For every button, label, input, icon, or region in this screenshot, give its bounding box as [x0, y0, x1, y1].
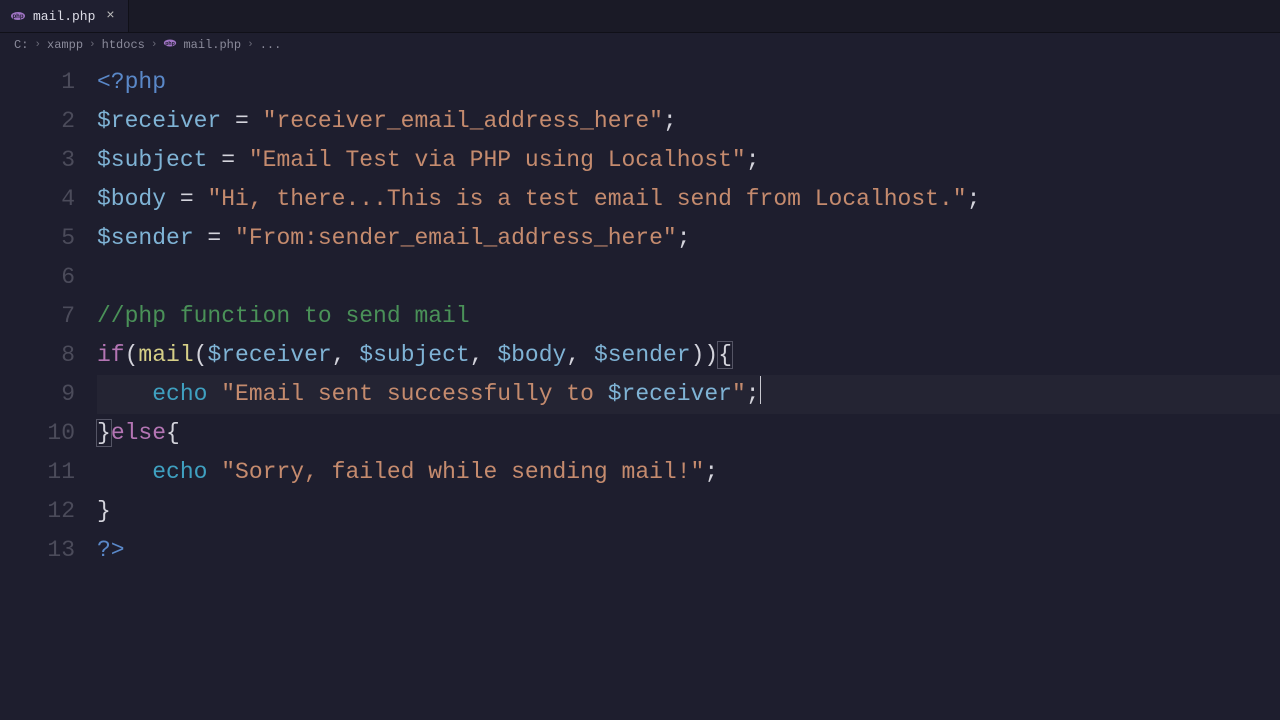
- token-var: $sender: [594, 342, 691, 368]
- code-line[interactable]: $receiver = "receiver_email_address_here…: [97, 102, 1280, 141]
- code-line[interactable]: }: [97, 492, 1280, 531]
- line-number: 1: [0, 63, 75, 102]
- svg-text:php: php: [13, 14, 24, 20]
- token-str: ": [732, 381, 746, 407]
- php-file-icon: php: [10, 8, 26, 24]
- line-number: 9: [0, 375, 75, 414]
- line-number: 12: [0, 492, 75, 531]
- code-line[interactable]: if(mail($receiver, $subject, $body, $sen…: [97, 336, 1280, 375]
- token-op: ;: [967, 186, 981, 212]
- token-func: mail: [138, 342, 193, 368]
- line-number: 3: [0, 141, 75, 180]
- code-line[interactable]: $subject = "Email Test via PHP using Loc…: [97, 141, 1280, 180]
- token-op: ,: [470, 342, 498, 368]
- code-line[interactable]: echo "Sorry, failed while sending mail!"…: [97, 453, 1280, 492]
- token-str: "Email Test via PHP using Localhost": [249, 147, 746, 173]
- token-op: ;: [746, 147, 760, 173]
- token-var: $subject: [97, 147, 207, 173]
- chevron-right-icon: ›: [247, 39, 254, 51]
- token-op: ,: [566, 342, 594, 368]
- tab-label: mail.php: [33, 9, 95, 24]
- token-var: $subject: [359, 342, 469, 368]
- chevron-right-icon: ›: [89, 39, 96, 51]
- token-var: $sender: [97, 225, 194, 251]
- tab-mail-php[interactable]: php mail.php ×: [0, 0, 129, 32]
- token-str: "Hi, there...This is a test email send f…: [207, 186, 966, 212]
- token-op: ;: [704, 459, 718, 485]
- line-number: 8: [0, 336, 75, 375]
- chevron-right-icon: ›: [34, 39, 41, 51]
- token-op: (: [194, 342, 208, 368]
- token-op: }: [97, 498, 111, 524]
- token-kw: else: [111, 420, 166, 446]
- breadcrumb-segment[interactable]: htdocs: [102, 38, 145, 52]
- line-number-gutter: 12345678910111213: [0, 57, 97, 720]
- line-number: 5: [0, 219, 75, 258]
- token-op: =: [194, 225, 235, 251]
- token-op: ;: [677, 225, 691, 251]
- token-comment: //php function to send mail: [97, 303, 470, 329]
- token-var: $receiver: [97, 108, 221, 134]
- token-op: =: [207, 147, 248, 173]
- code-line[interactable]: $sender = "From:sender_email_address_her…: [97, 219, 1280, 258]
- token-var: $body: [497, 342, 566, 368]
- token-tag: <?php: [97, 69, 166, 95]
- code-line[interactable]: }else{: [97, 414, 1280, 453]
- token-str: "receiver_email_address_here": [263, 108, 663, 134]
- token-builtin: echo: [152, 459, 207, 485]
- token-op: [207, 459, 221, 485]
- token-str: "From:sender_email_address_here": [235, 225, 677, 251]
- token-punc-match: {: [717, 341, 733, 369]
- token-op: =: [166, 186, 207, 212]
- line-number: 4: [0, 180, 75, 219]
- code-line[interactable]: $body = "Hi, there...This is a test emai…: [97, 180, 1280, 219]
- token-op: [97, 381, 152, 407]
- token-op: )): [691, 342, 719, 368]
- code-area[interactable]: <?php $receiver = "receiver_email_address…: [97, 57, 1280, 720]
- token-str: "Sorry, failed while sending mail!": [221, 459, 704, 485]
- chevron-right-icon: ›: [151, 39, 158, 51]
- token-var: $receiver: [207, 342, 331, 368]
- token-op: =: [221, 108, 262, 134]
- token-strvar: $receiver: [608, 381, 732, 407]
- code-editor[interactable]: 12345678910111213 <?php$receiver = "rece…: [0, 57, 1280, 720]
- token-str: "Email sent successfully to: [221, 381, 607, 407]
- line-number: 13: [0, 531, 75, 570]
- code-line[interactable]: ?>: [97, 531, 1280, 570]
- token-op: (: [125, 342, 139, 368]
- token-tag: ?>: [97, 537, 125, 563]
- token-op: ;: [746, 381, 760, 407]
- breadcrumb-segment[interactable]: xampp: [47, 38, 83, 52]
- breadcrumb-segment[interactable]: ...: [260, 38, 282, 52]
- svg-text:php: php: [166, 41, 176, 47]
- code-line[interactable]: <?php: [97, 63, 1280, 102]
- token-op: ,: [332, 342, 360, 368]
- code-line[interactable]: [97, 258, 1280, 297]
- text-cursor: [760, 376, 761, 404]
- close-icon[interactable]: ×: [102, 8, 118, 24]
- token-op: ;: [663, 108, 677, 134]
- breadcrumb-segment[interactable]: C:: [14, 38, 28, 52]
- php-file-icon: php: [163, 36, 177, 54]
- breadcrumb-segment[interactable]: mail.php: [183, 38, 241, 52]
- token-var: $body: [97, 186, 166, 212]
- breadcrumb[interactable]: C: › xampp › htdocs › php mail.php ›...: [0, 33, 1280, 57]
- token-op: [97, 459, 152, 485]
- token-builtin: echo: [152, 381, 207, 407]
- token-punc-match: }: [96, 419, 112, 447]
- code-line[interactable]: //php function to send mail: [97, 297, 1280, 336]
- line-number: 11: [0, 453, 75, 492]
- tab-bar: php mail.php ×: [0, 0, 1280, 33]
- line-number: 7: [0, 297, 75, 336]
- token-kw: if: [97, 342, 125, 368]
- token-op: [207, 381, 221, 407]
- token-op: {: [166, 420, 180, 446]
- line-number: 10: [0, 414, 75, 453]
- line-number: 2: [0, 102, 75, 141]
- line-number: 6: [0, 258, 75, 297]
